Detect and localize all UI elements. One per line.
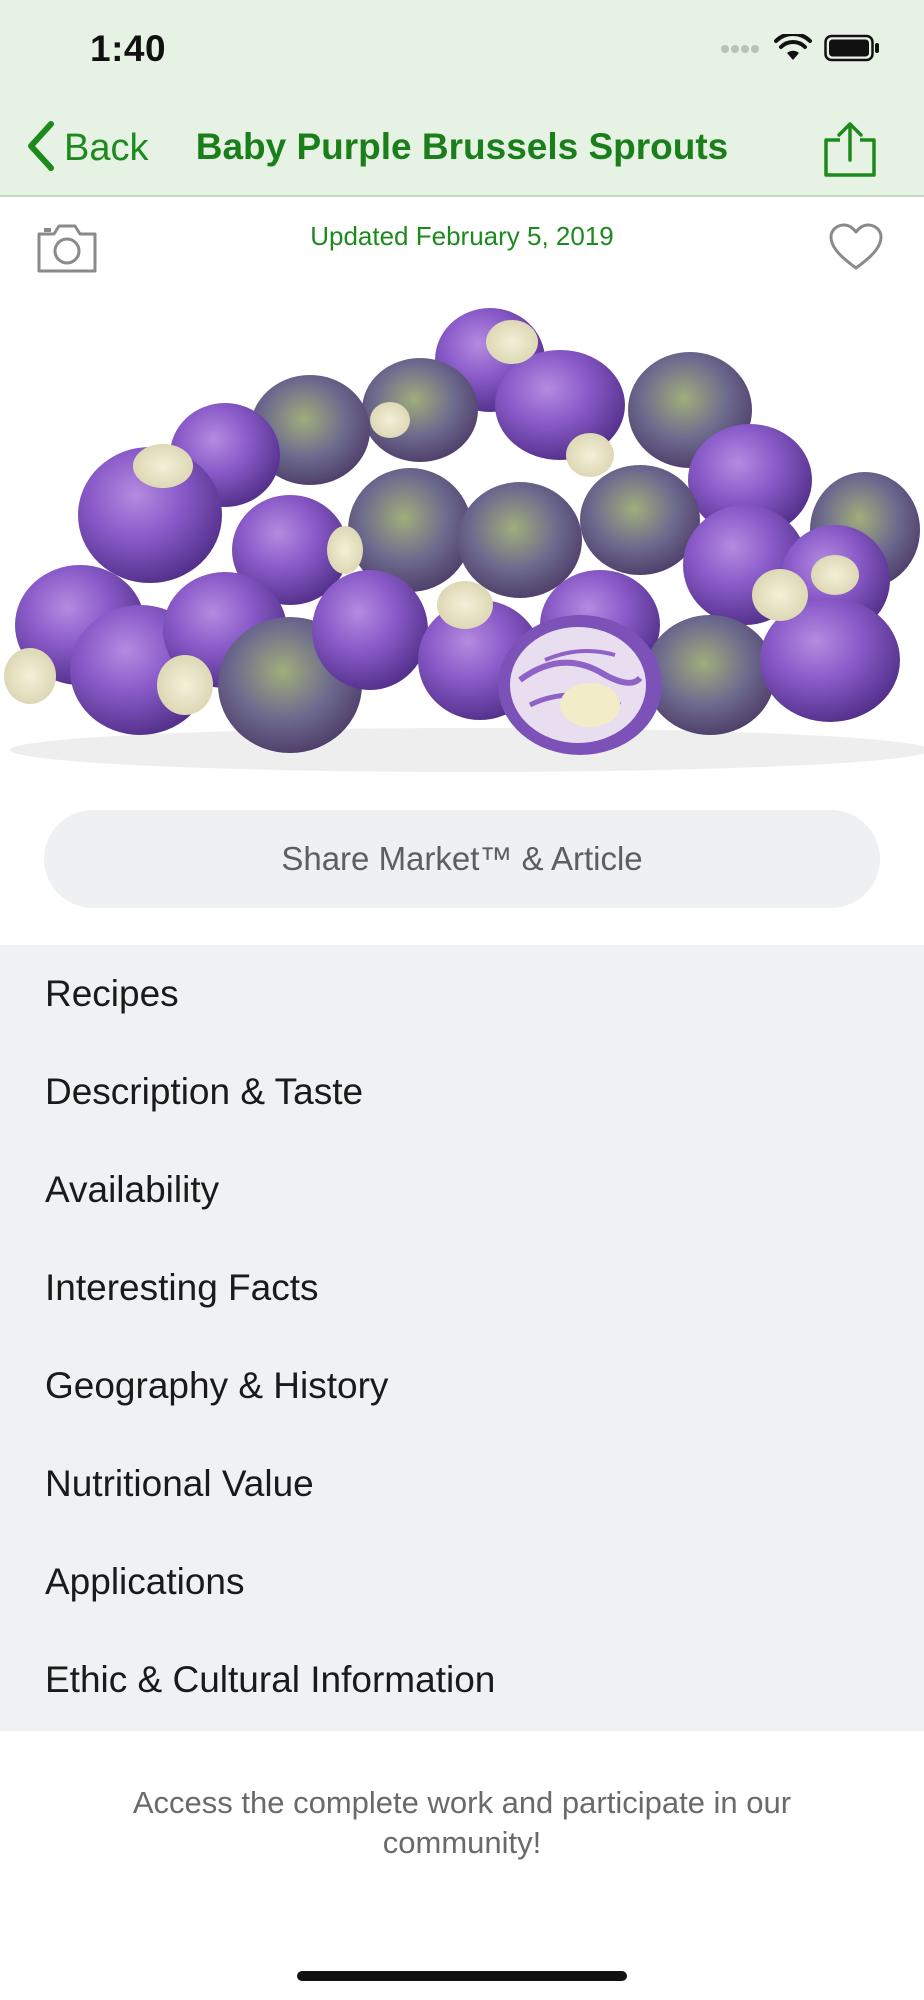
navigation-bar: Back Baby Purple Brussels Sprouts: [0, 100, 924, 197]
menu-item-recipes[interactable]: Recipes: [0, 945, 924, 1043]
menu-item-availability[interactable]: Availability: [0, 1141, 924, 1239]
favorite-button[interactable]: [828, 222, 884, 272]
product-image: [0, 300, 924, 780]
share-market-article-button[interactable]: Share Market™ & Article: [44, 810, 880, 908]
battery-icon: [824, 34, 880, 67]
menu-item-description-taste[interactable]: Description & Taste: [0, 1043, 924, 1141]
status-bar: 1:40: [0, 0, 924, 100]
share-icon: [820, 122, 880, 182]
page-title: Baby Purple Brussels Sprouts: [195, 126, 729, 167]
menu-item-nutritional-value[interactable]: Nutritional Value: [0, 1435, 924, 1533]
home-indicator: [297, 1971, 627, 1981]
menu-item-ethic-cultural[interactable]: Ethic & Cultural Information: [0, 1631, 924, 1729]
community-footer-text: Access the complete work and participate…: [132, 1785, 792, 1860]
heart-icon: [828, 223, 884, 276]
menu-item-geography-history[interactable]: Geography & History: [0, 1337, 924, 1435]
wifi-icon: [774, 31, 812, 67]
status-time: 1:40: [90, 28, 167, 69]
updated-date: Updated February 5, 2019: [310, 221, 614, 251]
menu-item-interesting-facts[interactable]: Interesting Facts: [0, 1239, 924, 1337]
share-button[interactable]: [820, 122, 880, 178]
menu-item-applications[interactable]: Applications: [0, 1533, 924, 1631]
cellular-signal-icon: [720, 42, 762, 60]
section-menu: Recipes Description & Taste Availability…: [0, 945, 924, 1731]
camera-icon: [36, 224, 98, 278]
status-icons: [720, 31, 880, 67]
